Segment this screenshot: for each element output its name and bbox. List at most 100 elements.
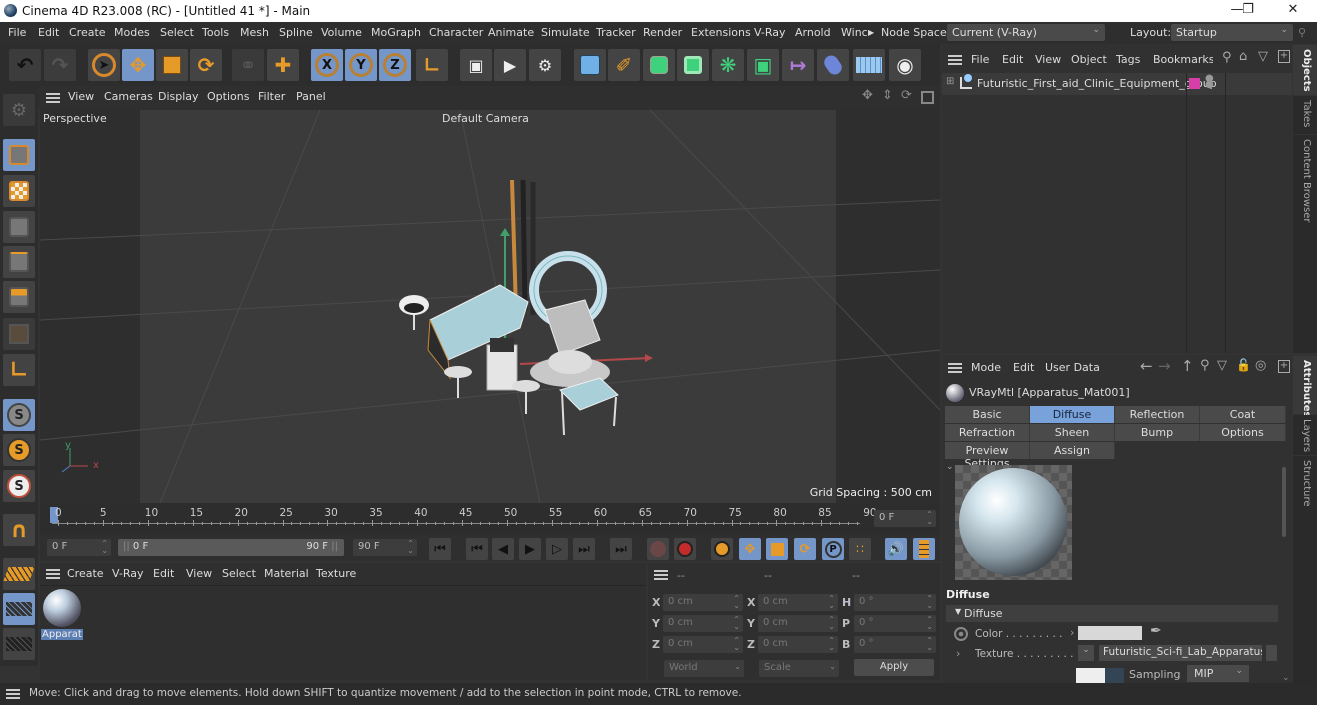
viewport-menu-filter[interactable]: Filter <box>258 90 285 103</box>
make-editable-button[interactable]: ⚙ <box>3 94 35 126</box>
go-to-start-button[interactable]: ⏮ <box>429 538 451 560</box>
menu-arnold[interactable]: Arnold <box>795 26 831 39</box>
menu-mesh[interactable]: Mesh <box>240 26 269 39</box>
previous-key-button[interactable]: ⏮ <box>466 538 488 560</box>
spinner-icon[interactable]: ⌃ ⌄ <box>407 540 414 555</box>
obj-menu-object[interactable]: Object <box>1071 53 1107 66</box>
texture-menu-button[interactable]: ⌄ <box>1078 645 1094 661</box>
menu-window[interactable]: Winc <box>841 26 868 39</box>
key-scale-button[interactable] <box>766 538 788 560</box>
menu-overflow-arrow-icon[interactable]: ▶ <box>868 28 874 37</box>
x-axis-lock-button[interactable]: X <box>311 49 343 81</box>
menu-tracker[interactable]: Tracker <box>596 26 636 39</box>
timeline-button[interactable] <box>913 538 935 560</box>
node-space-dropdown[interactable]: Current (V-Ray) ⌄ <box>947 24 1105 41</box>
workplane-button[interactable] <box>3 558 35 590</box>
next-frame-button[interactable]: ▷ <box>546 538 568 560</box>
apply-button[interactable]: Apply <box>854 659 934 676</box>
move-axis-button[interactable]: ✚ <box>267 49 299 81</box>
attr-scrollbar[interactable] <box>1282 467 1286 537</box>
tab-options[interactable]: Options <box>1200 424 1286 441</box>
spinner-icon[interactable]: ⌃ ⌄ <box>926 616 933 631</box>
render-settings-button[interactable]: ⚙ <box>529 49 561 81</box>
mat-menu-vray[interactable]: V-Ray <box>112 567 144 580</box>
collapse-preview-icon[interactable]: ⌄ <box>946 462 954 472</box>
subdivision-surface-button[interactable] <box>643 49 675 81</box>
play-button[interactable]: ▶ <box>519 538 541 560</box>
axis-mode-button[interactable]: ∟ <box>3 354 35 386</box>
up-arrow-icon[interactable]: ↑ <box>1181 357 1194 375</box>
redo-button[interactable]: ↷ <box>44 49 76 81</box>
pos-x-field[interactable]: 0 cm ⌃ ⌄ <box>663 594 743 611</box>
align-workplane-button[interactable] <box>3 628 35 660</box>
model-mode-button[interactable] <box>3 139 35 171</box>
tab-refraction[interactable]: Refraction <box>945 424 1030 441</box>
points-mode-button[interactable] <box>3 211 35 243</box>
hamburger-icon[interactable] <box>654 570 668 580</box>
expand-arrow-icon[interactable]: › <box>1070 626 1074 639</box>
magnet-button[interactable]: ∩ <box>3 514 35 546</box>
texture-options-button[interactable] <box>1266 645 1277 661</box>
start-frame-field[interactable]: 0 F ⌃ ⌄ <box>47 539 111 556</box>
workplane-snap-button[interactable]: S <box>3 470 35 502</box>
hamburger-icon[interactable] <box>46 93 60 103</box>
mat-menu-edit[interactable]: Edit <box>153 567 174 580</box>
side-tab-objects[interactable]: Objects <box>1293 45 1317 95</box>
menu-file[interactable]: File <box>8 26 26 39</box>
menu-edit[interactable]: Edit <box>38 26 59 39</box>
object-name[interactable]: Futuristic_First_aid_Clinic_Equipment_gr… <box>977 77 1217 90</box>
record-keys-button[interactable] <box>647 538 669 560</box>
y-axis-lock-button[interactable]: Y <box>345 49 377 81</box>
viewport-menu-options[interactable]: Options <box>207 90 249 103</box>
menu-animate[interactable]: Animate <box>488 26 534 39</box>
snap-settings-button[interactable]: S <box>3 434 35 466</box>
end-frame-field[interactable]: 90 F ⌃ ⌄ <box>353 539 417 556</box>
back-arrow-icon[interactable]: ← <box>1140 357 1153 375</box>
menu-tools[interactable]: Tools <box>202 26 229 39</box>
keyframe-selection-button[interactable] <box>711 538 733 560</box>
edges-mode-button[interactable] <box>3 246 35 278</box>
uv-mode-button[interactable] <box>3 318 35 350</box>
attr-menu-mode[interactable]: Mode <box>971 361 1001 374</box>
search-icon[interactable]: ⚲ <box>1222 50 1232 65</box>
spinner-icon[interactable]: ⌃ ⌄ <box>926 595 933 610</box>
menu-simulate[interactable]: Simulate <box>541 26 590 39</box>
animate-param-icon[interactable] <box>954 627 968 641</box>
sampling-dropdown[interactable]: MIP ⌄ <box>1187 665 1249 682</box>
spinner-icon[interactable]: ⌃ ⌄ <box>733 595 740 610</box>
texture-field[interactable]: Futuristic_Sci-fi_Lab_Apparatus_B <box>1099 645 1262 661</box>
recent-tool-button[interactable]: ⚭ <box>232 49 264 81</box>
lock-workplane-button[interactable] <box>3 593 35 625</box>
undo-button[interactable]: ↶ <box>9 49 41 81</box>
home-icon[interactable]: ⌂ <box>1239 49 1247 64</box>
scale-tool-button[interactable] <box>156 49 188 81</box>
diffuse-group-header[interactable]: ▼ Diffuse <box>946 605 1278 622</box>
side-tab-layers[interactable]: Layers <box>1293 415 1317 455</box>
extrude-button[interactable] <box>677 49 709 81</box>
tab-bump[interactable]: Bump <box>1115 424 1200 441</box>
viewport-menu-cameras[interactable]: Cameras <box>104 90 153 103</box>
side-tab-takes[interactable]: Takes <box>1293 96 1317 134</box>
side-tab-content-browser[interactable]: Content Browser <box>1293 135 1317 353</box>
scroll-down-icon[interactable]: ⌄ <box>1282 673 1290 683</box>
current-frame-field[interactable]: 0 F ⌃ ⌄ <box>874 510 936 527</box>
pan-view-icon[interactable]: ✥ <box>862 88 873 103</box>
tab-preview-settings[interactable]: Preview Settings <box>945 442 1030 470</box>
z-axis-lock-button[interactable]: Z <box>379 49 411 81</box>
layout-dropdown[interactable]: Startup ⌄ <box>1171 24 1293 41</box>
mat-menu-texture[interactable]: Texture <box>316 567 356 580</box>
viewport-menu-display[interactable]: Display <box>158 90 199 103</box>
spinner-icon[interactable]: ⌃ ⌄ <box>101 540 108 555</box>
filter-icon[interactable]: ▽ <box>1258 49 1268 64</box>
menu-mograph[interactable]: MoGraph <box>371 26 421 39</box>
obj-menu-edit[interactable]: Edit <box>1002 53 1023 66</box>
timeline-ruler[interactable]: 0 5 10 15 20 25 30 35 40 45 50 55 60 65 70 75 80 85 90 0 F… <box>40 503 940 535</box>
mat-menu-material[interactable]: Material <box>264 567 309 580</box>
menu-extensions[interactable]: Extensions <box>691 26 751 39</box>
coordinate-system-button[interactable]: ∟ <box>416 49 448 81</box>
tab-sheen[interactable]: Sheen <box>1030 424 1115 441</box>
camera-label[interactable]: Default Camera <box>442 112 529 125</box>
new-view-icon[interactable]: + <box>1278 50 1290 63</box>
obj-menu-view[interactable]: View <box>1035 53 1061 66</box>
spinner-icon[interactable]: ⌃ ⌄ <box>828 637 835 652</box>
